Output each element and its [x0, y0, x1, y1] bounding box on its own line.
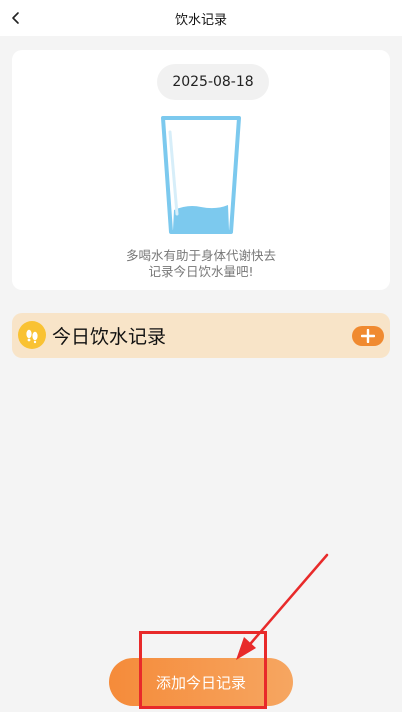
top-bar: 饮水记录 — [0, 0, 402, 36]
footprints-icon — [18, 321, 46, 349]
hint-text: 多喝水有助于身体代谢快去 记录今日饮水量吧! — [12, 248, 390, 280]
back-button[interactable] — [2, 4, 30, 32]
date-selector[interactable]: 2025-08-18 — [157, 64, 269, 100]
page-title: 饮水记录 — [174, 12, 227, 28]
today-records-title: 今日饮水记录 — [52, 326, 167, 348]
today-records-bar: 今日饮水记录 — [12, 313, 390, 358]
hint-line-2: 记录今日饮水量吧! — [148, 264, 254, 279]
chevron-left-icon — [12, 12, 19, 24]
water-glass-icon — [161, 116, 241, 234]
add-today-record-button[interactable]: 添加今日记录 — [109, 658, 293, 706]
water-summary-card: 2025-08-18 多喝水有助于身体代谢快去 记录今日饮水量吧! — [12, 50, 390, 290]
water-log-page: 饮水记录 2025-08-18 多喝水有助于身体代谢快去 记录今日饮水量吧! 今… — [0, 0, 402, 712]
add-record-icon-button[interactable] — [352, 326, 384, 346]
plus-icon — [361, 329, 375, 343]
hint-line-1: 多喝水有助于身体代谢快去 — [125, 248, 276, 263]
